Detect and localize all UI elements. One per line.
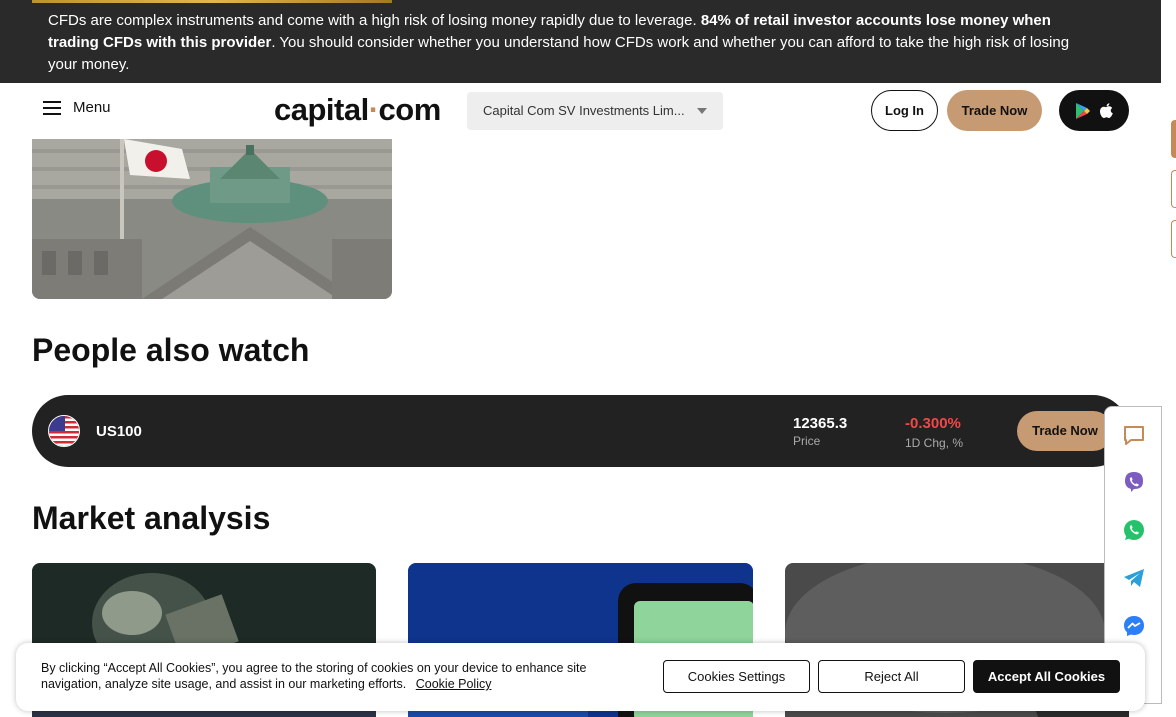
chat-icon[interactable] xyxy=(1122,423,1146,447)
cookie-policy-link[interactable]: Cookie Policy xyxy=(416,677,492,691)
accept-all-cookies-button[interactable]: Accept All Cookies xyxy=(973,660,1120,693)
change-value: -0.300% xyxy=(905,415,961,432)
cookies-settings-button[interactable]: Cookies Settings xyxy=(663,660,810,693)
side-tab-3[interactable] xyxy=(1171,220,1176,258)
entity-selector-value: Capital Com SV Investments Lim... xyxy=(483,103,685,118)
site-header: Menu capital·com Capital Com SV Investme… xyxy=(0,83,1161,139)
menu-button[interactable]: Menu xyxy=(43,99,111,116)
reject-all-button[interactable]: Reject All xyxy=(818,660,965,693)
entity-selector[interactable]: Capital Com SV Investments Lim... xyxy=(467,92,723,130)
messenger-icon[interactable] xyxy=(1122,614,1146,638)
whatsapp-icon[interactable] xyxy=(1122,518,1146,542)
hamburger-icon xyxy=(43,100,61,115)
us-flag-icon xyxy=(48,415,80,447)
price-label: Price xyxy=(793,434,821,448)
cookie-text-block: By clicking “Accept All Cookies”, you ag… xyxy=(41,660,641,692)
price-value: 12365.3 xyxy=(793,415,848,432)
people-also-watch-title: People also watch xyxy=(32,332,310,368)
bank-building-image xyxy=(32,139,392,299)
risk-warning-banner: CFDs are complex instruments and come wi… xyxy=(0,0,1161,83)
telegram-icon[interactable] xyxy=(1122,566,1146,590)
watch-item-us100[interactable]: US100 12365.3 Price -0.300% 1D Chg, % Tr… xyxy=(32,395,1129,467)
cookie-consent-banner: By clicking “Accept All Cookies”, you ag… xyxy=(16,643,1145,711)
google-play-icon xyxy=(1075,102,1090,119)
banner-image-strip xyxy=(32,0,392,3)
article-image-bank-of-japan[interactable] xyxy=(32,139,392,299)
app-download-button[interactable] xyxy=(1059,90,1129,131)
trade-now-us100-button[interactable]: Trade Now xyxy=(1017,411,1113,451)
trade-now-button[interactable]: Trade Now xyxy=(947,90,1042,131)
side-tab-1[interactable] xyxy=(1171,120,1176,158)
cookie-message: By clicking “Accept All Cookies”, you ag… xyxy=(41,661,587,691)
side-tab-2[interactable] xyxy=(1171,170,1176,208)
login-button[interactable]: Log In xyxy=(871,90,938,131)
market-analysis-title: Market analysis xyxy=(32,500,271,536)
instrument-symbol: US100 xyxy=(96,423,142,440)
capital-com-logo[interactable]: capital·com xyxy=(274,92,441,128)
page: CFDs are complex instruments and come wi… xyxy=(0,0,1176,717)
apple-icon xyxy=(1099,102,1113,118)
menu-label: Menu xyxy=(73,99,111,116)
viber-icon[interactable] xyxy=(1122,470,1146,494)
caret-down-icon xyxy=(697,108,707,114)
risk-text-start: CFDs are complex instruments and come wi… xyxy=(48,12,701,29)
change-label: 1D Chg, % xyxy=(905,436,964,450)
